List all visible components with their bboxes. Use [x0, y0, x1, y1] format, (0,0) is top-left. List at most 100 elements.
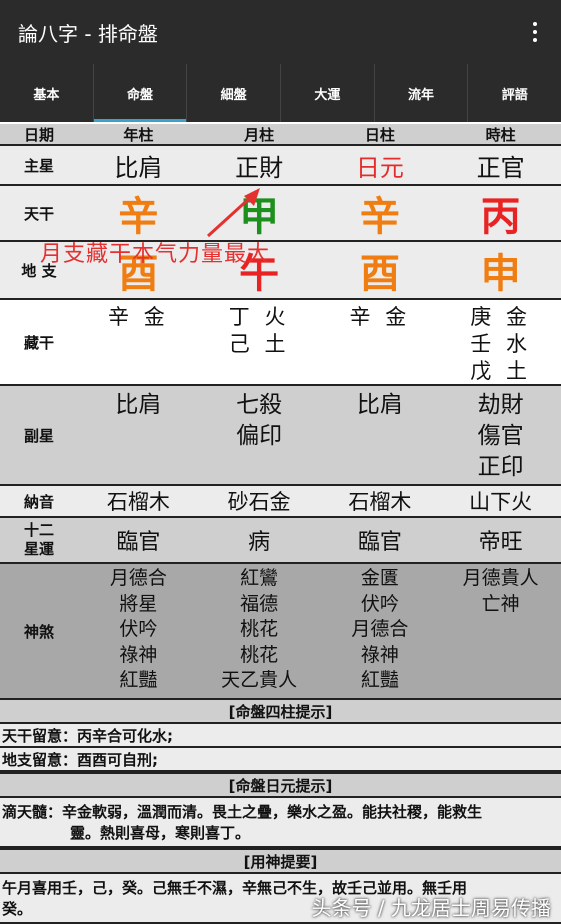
shensha-item: 紅鸞: [240, 567, 279, 589]
star-fortune-month: 病: [248, 530, 271, 555]
shensha-item: 將星: [119, 592, 158, 615]
row-label: 十二 星運: [0, 518, 78, 562]
watermark: 头条号 / 九龙居士周易传播: [311, 896, 551, 920]
yongshen-title: [用神提要]: [0, 848, 561, 874]
app-bar: 論八字 - 排命盤: [0, 0, 561, 64]
shensha-year: 月德合 將星 伏吟 祿神 紅豔: [78, 564, 199, 698]
nayin-year: 石榴木: [106, 490, 170, 514]
secondary-star: 正印: [477, 454, 524, 480]
dizhi-note: 地支留意：酉酉可自刑;: [0, 748, 561, 772]
secondary-star-row: 副星 比肩 七殺 偏印 比肩 劫財 傷官 正印: [0, 386, 561, 486]
header-row: 日期 年柱 月柱 日柱 時柱: [0, 124, 561, 146]
col-month: 月柱: [244, 125, 275, 144]
overflow-menu-icon[interactable]: [523, 18, 547, 46]
secondary-star: 偏印: [236, 423, 283, 449]
shensha-row: 神煞 月德合 將星 伏吟 祿神 紅豔 紅鸞 福德 桃花 桃花 天乙貴人 金匱 伏…: [0, 564, 561, 698]
secondary-star: 劫財: [477, 392, 524, 418]
tab-dayun[interactable]: 大運: [281, 64, 375, 122]
tiangan-note: 天干留意：丙辛合可化水;: [0, 724, 561, 748]
star-fortune-hour: 帝旺: [478, 530, 523, 555]
secondary-star: 七殺: [236, 392, 283, 418]
heavenly-stem-row: 天干 辛 甲 辛 丙: [0, 186, 561, 242]
shensha-item: 月德合: [109, 567, 167, 589]
row-label: 天干: [23, 204, 54, 223]
secondary-star-day: 比肩: [320, 386, 441, 484]
hidden-stem: 己 土: [228, 332, 290, 356]
tab-bar: 基本 命盤 細盤 大運 流年 評語: [0, 64, 561, 122]
shensha-item: 紅豔: [119, 669, 158, 691]
shensha-item: 月德貴人: [462, 567, 539, 589]
shensha-day: 金匱 伏吟 月德合 祿神 紅豔: [320, 564, 441, 698]
hidden-stem: 辛 金: [349, 305, 411, 329]
ditiansui-text: 滴天髓：辛金軟弱，溫潤而清。畏土之疊，樂水之盈。能扶社稷，能救生 靈。熱則喜母，…: [0, 798, 561, 848]
secondary-star-hour: 劫財 傷官 正印: [440, 386, 561, 484]
branch-hour: 申: [480, 250, 521, 297]
hidden-stem: 戊 土: [470, 359, 531, 383]
main-star-month: 正財: [235, 153, 284, 182]
sizhu-hint-title: [命盤四柱提示]: [0, 698, 561, 724]
main-star-row: 主星 比肩 正財 日元 正官: [0, 146, 561, 186]
tab-liunian[interactable]: 流年: [375, 64, 469, 122]
star-fortune-year: 臨官: [116, 530, 161, 555]
nayin-hour: 山下火: [469, 490, 533, 514]
row-label: 藏干: [23, 333, 54, 352]
tab-detail[interactable]: 細盤: [187, 64, 282, 122]
annotation-text: 月支藏干本气力量最大: [40, 242, 271, 267]
nayin-row: 納音 石榴木 砂石金 石榴木 山下火: [0, 486, 561, 518]
shensha-month: 紅鸞 福德 桃花 桃花 天乙貴人: [199, 564, 320, 698]
tab-basic[interactable]: 基本: [0, 64, 94, 122]
shensha-item: 伏吟: [360, 592, 399, 615]
shensha-item: 亡神: [481, 592, 520, 615]
col-hour: 時柱: [485, 125, 516, 144]
app-title: 論八字 - 排命盤: [18, 22, 158, 46]
shensha-item: 福德: [240, 592, 279, 615]
shensha-item: 祿神: [360, 643, 399, 666]
main-star-day: 日元: [355, 153, 404, 182]
shensha-item: 紅豔: [360, 669, 399, 691]
row-label: 副星: [23, 426, 54, 445]
hidden-stem: 壬 水: [470, 332, 531, 356]
secondary-star: 比肩: [356, 392, 403, 418]
ditiansui-line: 靈。熱則喜母，寒則喜丁。: [70, 824, 251, 842]
stem-year: 辛: [118, 193, 159, 240]
hidden-stem: 庚 金: [470, 305, 531, 329]
hidden-stem-month: 丁 火 己 土: [199, 300, 320, 384]
nayin-day: 石榴木: [348, 490, 412, 514]
secondary-star: 傷官: [477, 423, 524, 449]
row-label: 神煞: [23, 622, 54, 641]
tab-chart[interactable]: 命盤: [93, 64, 188, 122]
ditiansui-line: 滴天髓：辛金軟弱，溫潤而清。畏土之疊，樂水之盈。能扶社稷，能救生: [2, 803, 483, 821]
shensha-item: 祿神: [119, 643, 158, 666]
row-label: 納音: [23, 492, 54, 511]
hidden-stem-row: 藏干 辛 金 丁 火 己 土 辛 金 庚 金 壬 水 戊 土: [0, 300, 561, 386]
riyuan-hint-title: [命盤日元提示]: [0, 772, 561, 798]
col-year: 年柱: [123, 125, 154, 144]
stem-day: 辛: [359, 193, 400, 240]
row-label: 日期: [23, 125, 54, 144]
hidden-stem: 丁 火: [228, 305, 290, 329]
annotation-arrow-icon: [206, 188, 260, 238]
row-label: 主星: [23, 156, 54, 175]
hidden-stem-hour: 庚 金 壬 水 戊 土: [440, 300, 561, 384]
stem-hour: 丙: [480, 193, 521, 240]
shensha-item: 伏吟: [119, 618, 158, 640]
shensha-item: 天乙貴人: [221, 669, 298, 691]
secondary-star-year: 比肩: [78, 386, 199, 484]
col-day: 日柱: [364, 125, 395, 144]
star-fortune-row: 十二 星運 臨官 病 臨官 帝旺: [0, 518, 561, 564]
secondary-star: 比肩: [115, 392, 162, 418]
row-label-line: 星運: [23, 540, 54, 558]
secondary-star-month: 七殺 偏印: [199, 386, 320, 484]
nayin-month: 砂石金: [227, 490, 291, 514]
shensha-hour: 月德貴人 亡神: [440, 564, 561, 698]
hidden-stem-year: 辛 金: [78, 300, 199, 384]
hidden-stem: 辛 金: [108, 305, 169, 329]
branch-day: 酉: [359, 250, 400, 297]
tab-comments[interactable]: 評語: [468, 64, 561, 122]
shensha-item: 金匱: [360, 567, 399, 589]
hidden-stem-day: 辛 金: [320, 300, 441, 384]
row-label-line: 十二: [23, 521, 54, 539]
shensha-item: 桃花: [240, 643, 279, 666]
main-star-year: 比肩: [114, 153, 163, 182]
shensha-item: 桃花: [240, 618, 279, 640]
